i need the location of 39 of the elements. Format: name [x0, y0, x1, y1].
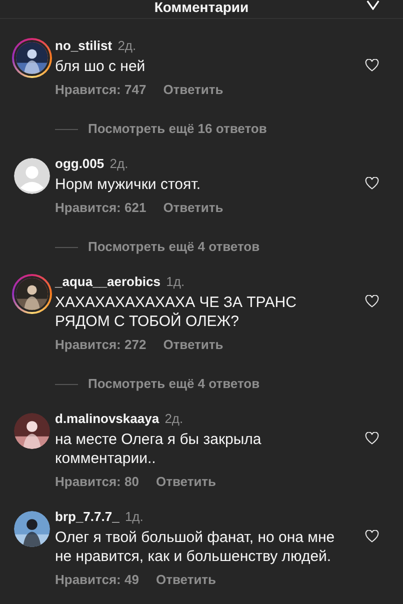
view-replies-button[interactable]: Посмотреть ещё 4 ответов [88, 376, 260, 392]
comment-time: 1д. [124, 509, 144, 524]
comment-text: на месте Олега я бы закрыла комментарии.. [55, 430, 262, 468]
username[interactable]: brp_7.7.7_ [55, 509, 120, 524]
send-icon[interactable] [365, 0, 381, 10]
avatar[interactable] [12, 38, 52, 78]
comment-time: 1д. [166, 274, 185, 289]
like-count: Нравится: 80 [55, 474, 139, 490]
comment-text: Норм мужички стоят. [55, 175, 202, 194]
heart-icon[interactable] [365, 432, 379, 445]
username[interactable]: d.malinovskaaya [55, 411, 160, 426]
like-count: Нравится: 49 [55, 572, 139, 588]
username[interactable]: no_stilist [55, 38, 112, 53]
default-avatar-icon [14, 158, 50, 194]
heart-icon[interactable] [365, 177, 379, 190]
reply-button[interactable]: Ответить [163, 82, 224, 98]
reply-button[interactable]: Ответить [163, 337, 224, 353]
like-count: Нравится: 272 [55, 337, 146, 353]
heart-icon[interactable] [365, 59, 379, 72]
view-replies-button[interactable]: Посмотреть ещё 16 ответов [88, 121, 267, 137]
comment-text: бля шо с ней [55, 57, 146, 76]
username[interactable]: ogg.005 [55, 156, 104, 171]
reply-button[interactable]: Ответить [156, 474, 216, 490]
comment-time: 2д. [164, 411, 184, 426]
reply-button[interactable]: Ответить [156, 572, 216, 588]
screen-title: Комментарии [154, 0, 249, 15]
view-replies-button[interactable]: Посмотреть ещё 4 ответов [88, 239, 260, 255]
like-count: Нравится: 747 [55, 82, 146, 98]
comment-text: ХАХАХАХАХАХАХА ЧЕ ЗА ТРАНС РЯДОМ С ТОБОЙ ОЛЕЖ? [55, 293, 298, 331]
comment-time: 2д. [118, 38, 136, 53]
avatar[interactable] [12, 274, 52, 314]
comment-text: Олег я твой большой фанат, но она мне не нравится, как и большенству людей. [55, 528, 336, 566]
avatar[interactable] [12, 156, 52, 196]
comment-time: 2д. [110, 156, 128, 171]
heart-icon[interactable] [365, 530, 379, 543]
reply-button[interactable]: Ответить [163, 200, 224, 216]
heart-icon[interactable] [365, 295, 379, 308]
like-count: Нравится: 621 [55, 200, 146, 216]
username[interactable]: _aqua__aerobics [55, 274, 161, 289]
